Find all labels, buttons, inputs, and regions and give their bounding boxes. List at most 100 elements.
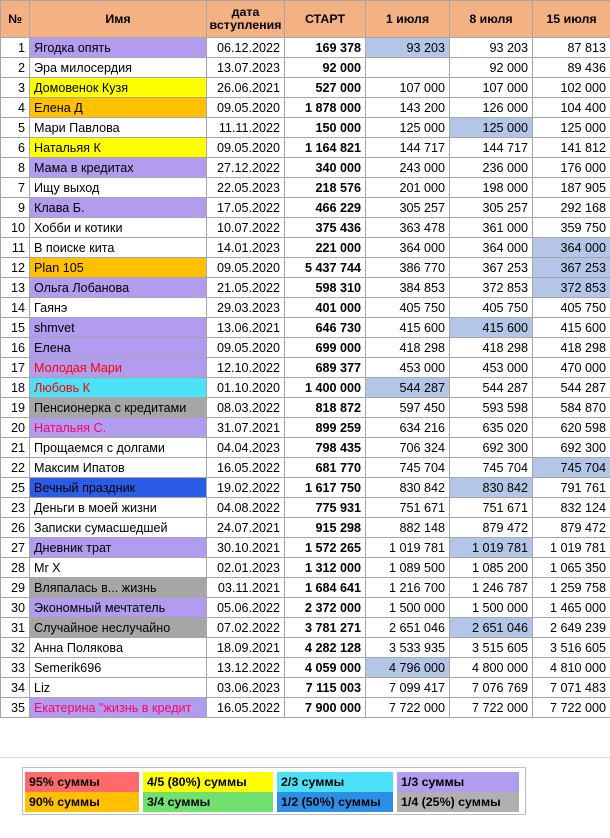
cell-num[interactable]: 23	[1, 498, 30, 518]
cell-july-8[interactable]: 361 000	[450, 218, 533, 238]
cell-num[interactable]: 5	[1, 118, 30, 138]
cell-july-1[interactable]: 405 750	[366, 298, 450, 318]
cell-date[interactable]: 30.10.2021	[207, 538, 285, 558]
cell-date[interactable]: 16.05.2022	[207, 458, 285, 478]
cell-num[interactable]: 31	[1, 618, 30, 638]
cell-name[interactable]: Liz	[30, 678, 207, 698]
cell-july-15[interactable]: 125 000	[533, 118, 610, 138]
cell-july-15[interactable]: 141 812	[533, 138, 610, 158]
cell-name[interactable]: Любовь К	[30, 378, 207, 398]
cell-date[interactable]: 09.05.2020	[207, 258, 285, 278]
cell-date[interactable]: 05.06.2022	[207, 598, 285, 618]
cell-start[interactable]: 2 372 000	[285, 598, 366, 618]
cell-july-8[interactable]: 1 019 781	[450, 538, 533, 558]
cell-start[interactable]: 401 000	[285, 298, 366, 318]
cell-july-15[interactable]: 418 298	[533, 338, 610, 358]
cell-start[interactable]: 5 437 744	[285, 258, 366, 278]
cell-july-8[interactable]: 593 598	[450, 398, 533, 418]
cell-num[interactable]: 26	[1, 518, 30, 538]
cell-july-1[interactable]: 107 000	[366, 78, 450, 98]
cell-num[interactable]: 19	[1, 398, 30, 418]
cell-start[interactable]: 646 730	[285, 318, 366, 338]
cell-july-8[interactable]: 367 253	[450, 258, 533, 278]
cell-july-1[interactable]: 1 019 781	[366, 538, 450, 558]
cell-july-1[interactable]: 1 089 500	[366, 558, 450, 578]
cell-july-15[interactable]: 470 000	[533, 358, 610, 378]
cell-num[interactable]: 18	[1, 378, 30, 398]
cell-name[interactable]: Ягодка опять	[30, 38, 207, 58]
cell-july-1[interactable]: 363 478	[366, 218, 450, 238]
cell-july-15[interactable]: 879 472	[533, 518, 610, 538]
cell-date[interactable]: 11.11.2022	[207, 118, 285, 138]
cell-july-1[interactable]: 3 533 935	[366, 638, 450, 658]
cell-start[interactable]: 1 312 000	[285, 558, 366, 578]
cell-start[interactable]: 3 781 271	[285, 618, 366, 638]
cell-date[interactable]: 27.12.2022	[207, 158, 285, 178]
cell-july-1[interactable]: 597 450	[366, 398, 450, 418]
cell-date[interactable]: 13.07.2023	[207, 58, 285, 78]
cell-name[interactable]: Молодая Мари	[30, 358, 207, 378]
cell-july-15[interactable]: 745 704	[533, 458, 610, 478]
cell-date[interactable]: 09.05.2020	[207, 98, 285, 118]
cell-july-8[interactable]: 125 000	[450, 118, 533, 138]
cell-name[interactable]: Екатерина "жизнь в кредит	[30, 698, 207, 718]
cell-num[interactable]: 16	[1, 338, 30, 358]
cell-date[interactable]: 07.02.2022	[207, 618, 285, 638]
cell-july-1[interactable]: 1 500 000	[366, 598, 450, 618]
cell-start[interactable]: 899 259	[285, 418, 366, 438]
cell-july-8[interactable]: 418 298	[450, 338, 533, 358]
cell-num[interactable]: 33	[1, 658, 30, 678]
cell-date[interactable]: 10.07.2022	[207, 218, 285, 238]
cell-start[interactable]: 221 000	[285, 238, 366, 258]
cell-num[interactable]: 21	[1, 438, 30, 458]
cell-num[interactable]: 10	[1, 218, 30, 238]
cell-date[interactable]: 12.10.2022	[207, 358, 285, 378]
cell-july-15[interactable]: 692 300	[533, 438, 610, 458]
cell-july-15[interactable]: 87 813	[533, 38, 610, 58]
cell-july-1[interactable]: 634 216	[366, 418, 450, 438]
cell-num[interactable]: 3	[1, 78, 30, 98]
cell-name[interactable]: Случайное неслучайно	[30, 618, 207, 638]
cell-july-15[interactable]: 1 065 350	[533, 558, 610, 578]
cell-july-8[interactable]: 7 722 000	[450, 698, 533, 718]
cell-num[interactable]: 28	[1, 558, 30, 578]
cell-start[interactable]: 92 000	[285, 58, 366, 78]
cell-july-8[interactable]: 92 000	[450, 58, 533, 78]
cell-july-15[interactable]: 1 465 000	[533, 598, 610, 618]
cell-start[interactable]: 699 000	[285, 338, 366, 358]
cell-name[interactable]: Semerik696	[30, 658, 207, 678]
cell-july-8[interactable]: 544 287	[450, 378, 533, 398]
cell-num[interactable]: 12	[1, 258, 30, 278]
cell-july-15[interactable]: 1 019 781	[533, 538, 610, 558]
cell-name[interactable]: Максим Ипатов	[30, 458, 207, 478]
cell-july-8[interactable]: 7 076 769	[450, 678, 533, 698]
cell-july-8[interactable]: 126 000	[450, 98, 533, 118]
cell-start[interactable]: 1 617 750	[285, 478, 366, 498]
cell-july-1[interactable]: 143 200	[366, 98, 450, 118]
cell-num[interactable]: 11	[1, 238, 30, 258]
cell-july-15[interactable]: 187 905	[533, 178, 610, 198]
cell-name[interactable]: Вечный праздник	[30, 478, 207, 498]
cell-july-15[interactable]: 415 600	[533, 318, 610, 338]
cell-july-8[interactable]: 364 000	[450, 238, 533, 258]
cell-name[interactable]: Plan 105	[30, 258, 207, 278]
cell-july-15[interactable]: 791 761	[533, 478, 610, 498]
cell-date[interactable]: 16.05.2022	[207, 698, 285, 718]
cell-num[interactable]: 25	[1, 478, 30, 498]
cell-july-1[interactable]	[366, 58, 450, 78]
cell-july-15[interactable]: 359 750	[533, 218, 610, 238]
cell-july-8[interactable]: 372 853	[450, 278, 533, 298]
cell-july-1[interactable]: 544 287	[366, 378, 450, 398]
cell-july-15[interactable]: 7 071 483	[533, 678, 610, 698]
cell-start[interactable]: 775 931	[285, 498, 366, 518]
cell-num[interactable]: 4	[1, 98, 30, 118]
cell-date[interactable]: 24.07.2021	[207, 518, 285, 538]
cell-july-1[interactable]: 201 000	[366, 178, 450, 198]
cell-july-1[interactable]: 144 717	[366, 138, 450, 158]
cell-date[interactable]: 08.03.2022	[207, 398, 285, 418]
cell-num[interactable]: 20	[1, 418, 30, 438]
cell-start[interactable]: 818 872	[285, 398, 366, 418]
cell-num[interactable]: 34	[1, 678, 30, 698]
cell-num[interactable]: 15	[1, 318, 30, 338]
cell-july-8[interactable]: 2 651 046	[450, 618, 533, 638]
